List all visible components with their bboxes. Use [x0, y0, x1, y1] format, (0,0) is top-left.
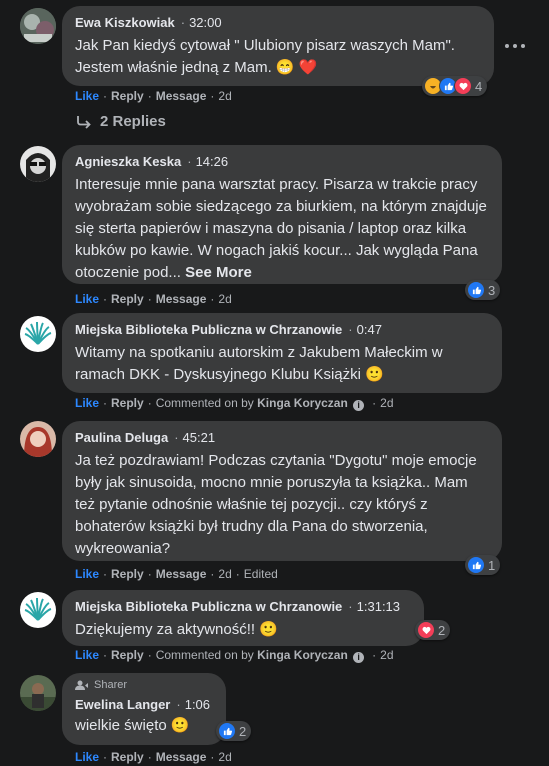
replies-label: 2 Replies [100, 113, 166, 130]
video-timestamp[interactable]: 32:00 [189, 15, 222, 30]
avatar[interactable] [20, 8, 56, 44]
comment-date[interactable]: 2d [380, 396, 393, 410]
info-icon[interactable]: i [353, 652, 365, 663]
comment-author[interactable]: Ewa Kiszkowiak [75, 15, 175, 30]
comment-text: wielkie święto 🙂 [75, 717, 190, 734]
comment-actions: Like · Reply · Message · 2d · Edited [75, 567, 278, 581]
like-link[interactable]: Like [75, 750, 99, 764]
sharer-icon [75, 680, 88, 690]
reply-link[interactable]: Reply [111, 89, 144, 103]
reaction-count: 3 [488, 282, 496, 298]
like-icon [467, 281, 485, 299]
reply-link[interactable]: Reply [111, 292, 144, 306]
message-link[interactable]: Message [156, 89, 207, 103]
reaction-count: 4 [475, 78, 483, 94]
video-timestamp[interactable]: 0:47 [357, 322, 382, 337]
edited-label[interactable]: Edited [244, 567, 278, 581]
like-link[interactable]: Like [75, 396, 99, 410]
comment-bubble: Agnieszka Keska · 14:26 Interesuje mnie pa… [62, 145, 502, 284]
reply-link[interactable]: Reply [111, 750, 144, 764]
comment-text: Ja też pozdrawiam! Podczas czytania "Dyg… [75, 452, 481, 557]
comment-date[interactable]: 2d [218, 750, 231, 764]
see-more-link[interactable]: See More [185, 264, 252, 281]
comment-author[interactable]: Ewelina Langer [75, 697, 170, 712]
like-link[interactable]: Like [75, 89, 99, 103]
like-icon [467, 556, 485, 574]
comment-actions: Like · Reply · Message · 2d [75, 89, 232, 103]
like-link[interactable]: Like [75, 567, 99, 581]
message-link[interactable]: Message [156, 750, 207, 764]
view-replies-button[interactable]: 2 Replies [76, 113, 166, 130]
comment-actions: Like · Reply · Message · 2d [75, 292, 232, 306]
comment-actions: Like · Reply · Commented on by Kinga Korycza… [75, 648, 394, 663]
video-timestamp[interactable]: 1:31:13 [357, 599, 400, 614]
sharer-label: Sharer [94, 679, 128, 691]
comment-bubble: Miejska Biblioteka Publiczna w Chrzanowi… [62, 313, 502, 393]
info-icon[interactable]: i [353, 400, 365, 411]
like-icon [218, 722, 236, 740]
avatar[interactable] [20, 675, 56, 711]
comment-bubble: Paulina Deluga · 45:21 Ja też pozdrawiam! … [62, 421, 502, 561]
like-link[interactable]: Like [75, 292, 99, 306]
reaction-summary[interactable]: 2 [415, 620, 451, 640]
comment-author[interactable]: Miejska Biblioteka Publiczna w Chrzanowi… [75, 322, 342, 337]
comment-bubble: Ewa Kiszkowiak · 32:00 Jak Pan kiedyś cyto… [62, 6, 494, 86]
comment-date[interactable]: 2d [380, 648, 393, 662]
comment-text: Witamy na spotkaniu autorskim z Jakubem … [75, 344, 447, 383]
comment-text: Dziękujemy za aktywność!! 🙂 [75, 621, 278, 638]
reaction-summary[interactable]: 3 [465, 280, 501, 300]
comment-author[interactable]: Agnieszka Keska [75, 154, 181, 169]
comment-text: Interesuje mnie pana warsztat pracy. Pis… [75, 174, 490, 284]
comment-bubble: Miejska Biblioteka Publiczna w Chrzanowi… [62, 590, 424, 646]
avatar[interactable] [20, 316, 56, 352]
video-timestamp[interactable]: 14:26 [196, 154, 229, 169]
video-timestamp[interactable]: 45:21 [183, 430, 216, 445]
love-icon [417, 621, 435, 639]
commenter-name[interactable]: Kinga Koryczan [257, 648, 348, 662]
reaction-count: 2 [438, 622, 446, 638]
message-link[interactable]: Message [156, 567, 207, 581]
comment-actions: Like · Reply · Message · 2d [75, 750, 232, 764]
comment-author[interactable]: Paulina Deluga [75, 430, 168, 445]
more-options-icon[interactable] [505, 39, 525, 53]
comment-text: Jak Pan kiedyś cytował " Ulubiony pisarz… [75, 37, 460, 76]
love-icon [454, 77, 472, 95]
reaction-count: 2 [239, 723, 247, 739]
reply-link[interactable]: Reply [111, 396, 144, 410]
avatar[interactable] [20, 421, 56, 457]
comment-date[interactable]: 2d [218, 292, 231, 306]
reaction-count: 1 [488, 557, 496, 573]
reaction-summary[interactable]: 4 [422, 76, 488, 96]
sharer-badge: Sharer [75, 679, 214, 691]
avatar[interactable] [20, 592, 56, 628]
comment-author[interactable]: Miejska Biblioteka Publiczna w Chrzanowi… [75, 599, 342, 614]
reaction-summary[interactable]: 2 [216, 721, 252, 741]
comment-date[interactable]: 2d [218, 567, 231, 581]
reply-arrow-icon [77, 115, 91, 129]
avatar[interactable] [20, 146, 56, 182]
comment-date[interactable]: 2d [218, 89, 231, 103]
video-timestamp[interactable]: 1:06 [185, 697, 210, 712]
commented-on-by-label: Commented on by [155, 648, 254, 662]
comment-text-body: Interesuje mnie pana warsztat pracy. Pis… [75, 176, 492, 281]
comment-actions: Like · Reply · Commented on by Kinga Korycza… [75, 396, 394, 411]
reaction-summary[interactable]: 1 [465, 555, 501, 575]
message-link[interactable]: Message [156, 292, 207, 306]
like-link[interactable]: Like [75, 648, 99, 662]
comment-bubble: Sharer Ewelina Langer · 1:06 wielkie święt… [62, 673, 226, 745]
reply-link[interactable]: Reply [111, 567, 144, 581]
commenter-name[interactable]: Kinga Koryczan [257, 396, 348, 410]
reply-link[interactable]: Reply [111, 648, 144, 662]
commented-on-by-label: Commented on by [155, 396, 254, 410]
